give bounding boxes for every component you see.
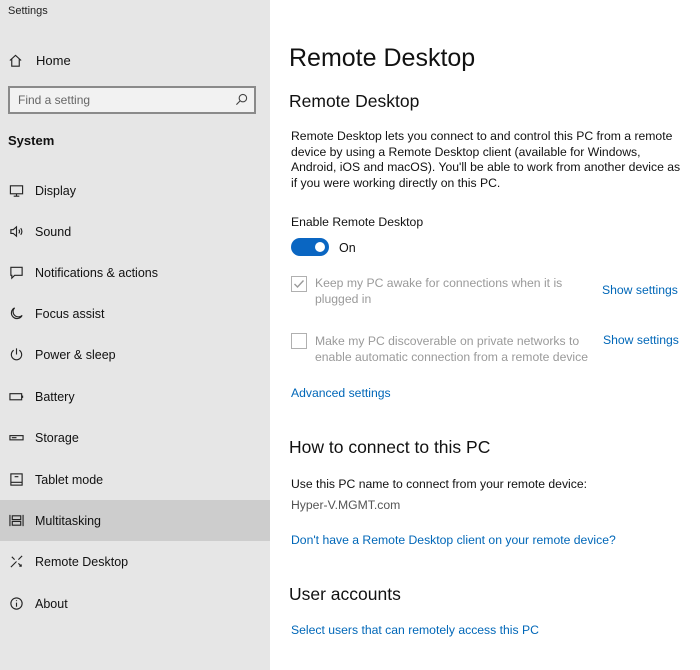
sidebar-item-battery[interactable]: Battery [0, 376, 270, 417]
sidebar-item-label: Notifications & actions [35, 265, 158, 280]
section-heading-user-accounts: User accounts [289, 584, 401, 604]
keep-awake-checkbox[interactable] [291, 276, 307, 292]
sidebar-item-focus-assist[interactable]: Focus assist [0, 293, 270, 334]
tablet-icon [9, 473, 23, 486]
home-nav-item[interactable]: Home [8, 50, 71, 70]
connect-instruction: Use this PC name to connect from your re… [291, 477, 588, 491]
storage-icon [8, 435, 24, 441]
sidebar: Settings Home System Display Sound Notif… [0, 0, 270, 670]
sidebar-item-label: Display [35, 183, 76, 198]
search-input[interactable] [18, 88, 228, 112]
main-content: Remote Desktop Remote Desktop Remote Des… [270, 0, 700, 670]
description-text: Remote Desktop lets you connect to and c… [291, 129, 681, 190]
speaker-icon [9, 225, 22, 238]
sidebar-item-label: Storage [35, 430, 79, 445]
section-heading-remote-desktop: Remote Desktop [289, 91, 420, 111]
display-icon [9, 185, 23, 197]
home-label: Home [36, 52, 71, 68]
sidebar-item-remote-desktop[interactable]: Remote Desktop [0, 541, 270, 582]
sidebar-item-about[interactable]: About [0, 583, 270, 624]
sidebar-item-label: Tablet mode [35, 472, 104, 487]
search-icon[interactable] [235, 93, 248, 106]
sidebar-item-notifications[interactable]: Notifications & actions [0, 252, 270, 293]
search-box[interactable] [8, 86, 256, 114]
toggle-state-label: On [339, 241, 356, 255]
sidebar-item-display[interactable]: Display [0, 170, 270, 211]
discoverable-checkbox[interactable] [291, 333, 307, 349]
show-settings-awake-link[interactable]: Show settings [602, 283, 678, 297]
sidebar-item-label: Multitasking [35, 513, 101, 528]
checkmark-icon [294, 280, 305, 289]
info-icon [9, 597, 23, 610]
section-label: System [8, 133, 55, 148]
notification-icon [9, 266, 23, 280]
multitasking-icon [8, 514, 24, 527]
battery-icon [8, 393, 23, 401]
keep-awake-label: Keep my PC awake for connections when it… [315, 276, 563, 306]
show-settings-discoverable-link[interactable]: Show settings [603, 333, 679, 347]
remote-desktop-icon [9, 555, 23, 568]
sidebar-item-label: Sound [35, 224, 72, 239]
sidebar-item-multitasking[interactable]: Multitasking [0, 500, 270, 541]
enable-remote-desktop-label: Enable Remote Desktop [291, 215, 424, 229]
sidebar-item-sound[interactable]: Sound [0, 211, 270, 252]
section-heading-how-to-connect: How to connect to this PC [289, 437, 491, 457]
sidebar-item-label: Remote Desktop [35, 554, 129, 569]
sidebar-item-tablet-mode[interactable]: Tablet mode [0, 459, 270, 500]
page-title: Remote Desktop [289, 44, 476, 72]
pc-name-value: Hyper-V.MGMT.com [291, 498, 401, 512]
moon-icon [10, 307, 23, 320]
sidebar-item-label: About [35, 596, 68, 611]
sidebar-item-label: Power & sleep [35, 347, 116, 362]
window-title: Settings [8, 5, 48, 17]
toggle-knob [315, 242, 325, 252]
discoverable-label: Make my PC discoverable on private netwo… [315, 334, 589, 364]
home-icon [9, 54, 22, 67]
sidebar-item-storage[interactable]: Storage [0, 417, 270, 458]
advanced-settings-link[interactable]: Advanced settings [291, 386, 391, 400]
select-users-link[interactable]: Select users that can remotely access th… [291, 623, 539, 637]
sidebar-item-power-sleep[interactable]: Power & sleep [0, 334, 270, 375]
power-icon [10, 348, 22, 361]
remote-client-link[interactable]: Don't have a Remote Desktop client on yo… [291, 533, 616, 547]
enable-remote-desktop-toggle[interactable] [291, 238, 329, 256]
sidebar-item-label: Battery [35, 389, 75, 404]
sidebar-item-label: Focus assist [35, 306, 105, 321]
